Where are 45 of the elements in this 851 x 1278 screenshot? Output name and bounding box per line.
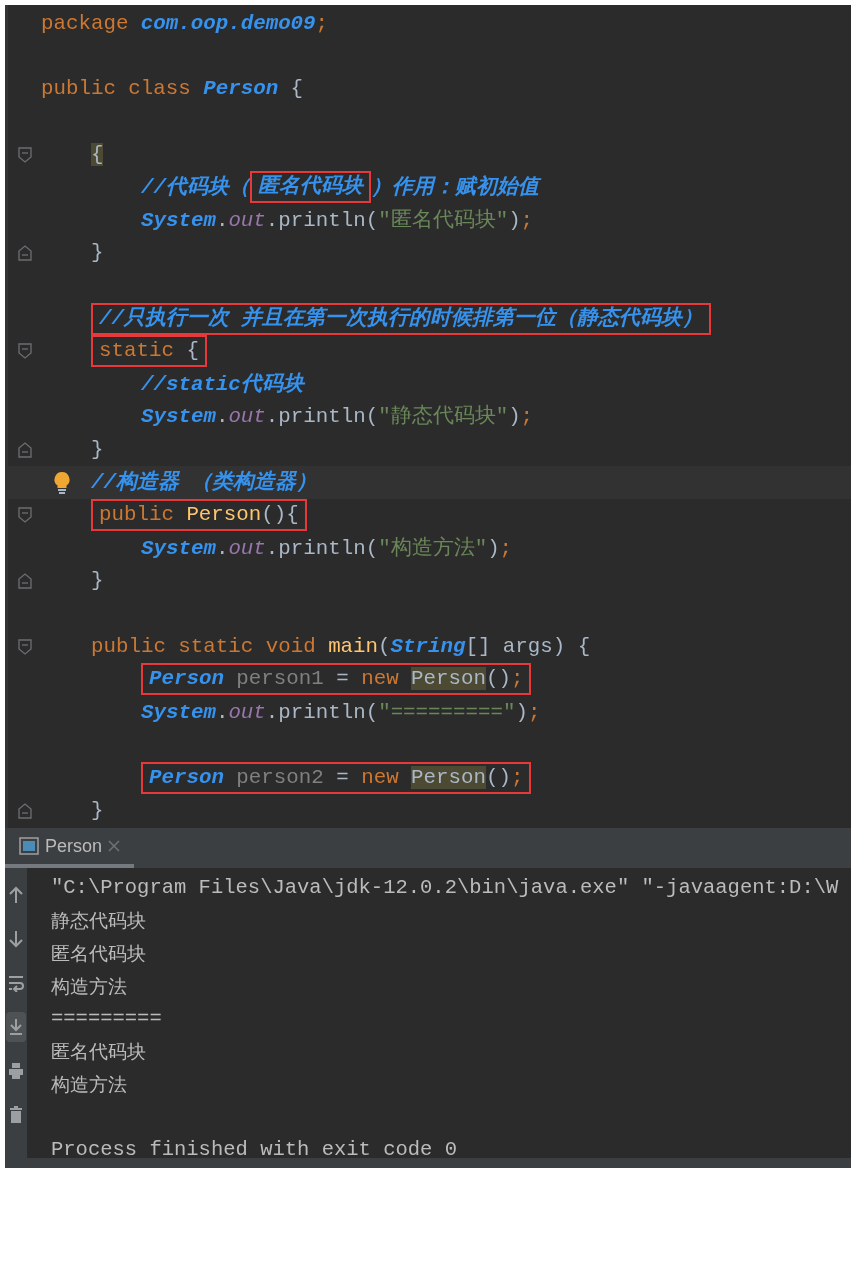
code-line: System.out.println("匿名代码块"); bbox=[141, 207, 534, 234]
highlight-frame: //只执行一次 并且在第一次执行的时候排第一位（静态代码块） bbox=[91, 302, 712, 335]
highlight-frame: static { bbox=[91, 335, 207, 368]
console-output-line: 匿名代码块 bbox=[51, 941, 146, 966]
trash-icon[interactable] bbox=[9, 1106, 23, 1124]
console-output-line: 构造方法 bbox=[51, 1072, 127, 1097]
unfold-icon[interactable] bbox=[17, 572, 32, 589]
fold-icon[interactable] bbox=[17, 638, 32, 655]
code-line: } bbox=[91, 568, 104, 595]
lightbulb-icon[interactable] bbox=[53, 470, 71, 495]
console-output-line: 静态代码块 bbox=[51, 908, 146, 933]
code-line: //static代码块 bbox=[141, 371, 304, 398]
fold-icon[interactable] bbox=[17, 146, 32, 163]
printer-icon[interactable] bbox=[8, 1062, 24, 1080]
code-line: } bbox=[91, 797, 104, 824]
unfold-icon[interactable] bbox=[17, 244, 32, 261]
console-output-line: Process finished with exit code 0 bbox=[51, 1137, 457, 1158]
fold-icon[interactable] bbox=[17, 507, 32, 524]
code-line: public class Person { bbox=[41, 76, 304, 103]
code-line: } bbox=[91, 437, 104, 464]
scroll-to-end-icon[interactable] bbox=[9, 1018, 23, 1036]
unfold-icon[interactable] bbox=[17, 441, 32, 458]
code-text: //代码块（ bbox=[141, 174, 250, 201]
unfold-icon[interactable] bbox=[17, 802, 32, 819]
code-line: System.out.println("========="); bbox=[141, 699, 541, 726]
console-icon bbox=[19, 837, 39, 855]
console-output-line: 构造方法 bbox=[51, 974, 127, 999]
wrap-icon[interactable] bbox=[8, 974, 24, 992]
code-line: public static void main(String[] args) { bbox=[91, 633, 591, 660]
code-line: } bbox=[91, 240, 104, 267]
close-icon[interactable] bbox=[108, 840, 121, 852]
code-line: package com.oop.demo09; bbox=[41, 10, 329, 37]
code-line: System.out.println("构造方法"); bbox=[141, 535, 513, 562]
arrow-up-icon[interactable] bbox=[9, 886, 23, 904]
code-line: System.out.println("静态代码块"); bbox=[141, 403, 534, 431]
console-output-line: "C:\Program Files\Java\jdk-12.0.2\bin\java.exe" "-javaagent:D:\W bbox=[51, 875, 839, 901]
highlight-frame: Person person1 = new Person(); bbox=[141, 663, 532, 696]
highlight-frame: public Person(){ bbox=[91, 499, 307, 532]
console-output-line: 匿名代码块 bbox=[51, 1040, 146, 1065]
console-output-line: ========= bbox=[51, 1006, 162, 1033]
highlight-frame: Person person2 = new Person(); bbox=[141, 761, 532, 794]
arrow-down-icon[interactable] bbox=[9, 930, 23, 948]
code-line: //构造器 （类构造器） bbox=[91, 469, 318, 496]
fold-icon[interactable] bbox=[17, 343, 32, 360]
highlight-frame: 匿名代码块 bbox=[249, 171, 371, 204]
